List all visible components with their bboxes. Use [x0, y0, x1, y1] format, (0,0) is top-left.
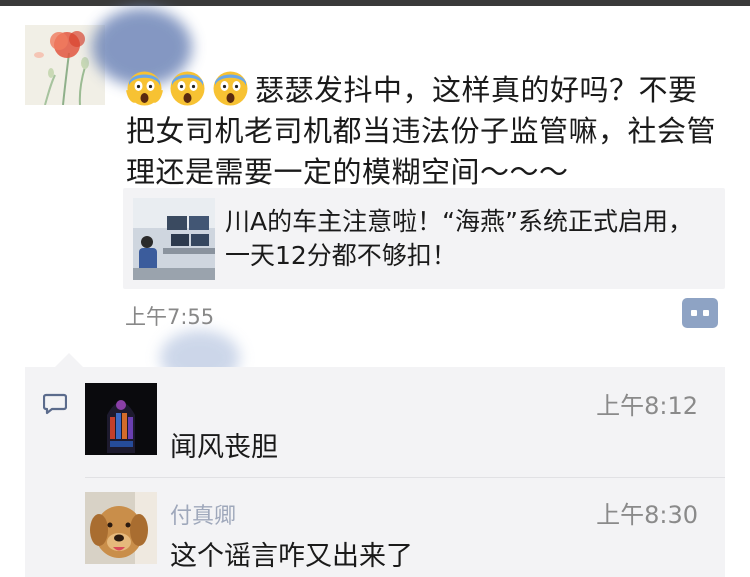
link-title: 川A的车主注意啦！“海燕”系统正式启用，一天12分都不够扣！ [225, 207, 694, 270]
scream-emoji-icon [212, 70, 249, 107]
comment-text: 这个谣言咋又出来了 [170, 541, 413, 572]
comment-timestamp: 上午8:12 [596, 392, 698, 420]
comment-bubble-icon [43, 393, 67, 415]
comments-panel: 上午8:12 闻风丧胆 付真卿 上午8:30 这个谣言咋又出来了 [25, 353, 725, 577]
commenter-avatar[interactable] [85, 383, 157, 455]
post-text: 瑟瑟发抖中，这样真的好吗？不要把女司机老司机都当违法份子监管嘛，社会管理还是需要… [126, 70, 726, 193]
commenter-avatar[interactable] [85, 492, 157, 564]
link-thumbnail [133, 198, 215, 280]
scream-emoji-icon [169, 70, 206, 107]
comment-text: 闻风丧胆 [170, 432, 278, 463]
comment-divider [85, 477, 725, 478]
more-dots-icon[interactable] [682, 298, 718, 328]
comment-item: 上午8:12 闻风丧胆 [85, 383, 725, 473]
comment-item: 付真卿 上午8:30 这个谣言咋又出来了 [85, 492, 725, 577]
commenter-name[interactable]: 付真卿 [170, 498, 236, 530]
shared-link-card[interactable]: 川A的车主注意啦！“海燕”系统正式启用，一天12分都不够扣！ [123, 188, 725, 289]
comment-timestamp: 上午8:30 [596, 501, 698, 529]
post-timestamp: 上午7:55 [125, 305, 215, 329]
scream-emoji-icon [126, 70, 163, 107]
top-status-strip [0, 0, 750, 6]
